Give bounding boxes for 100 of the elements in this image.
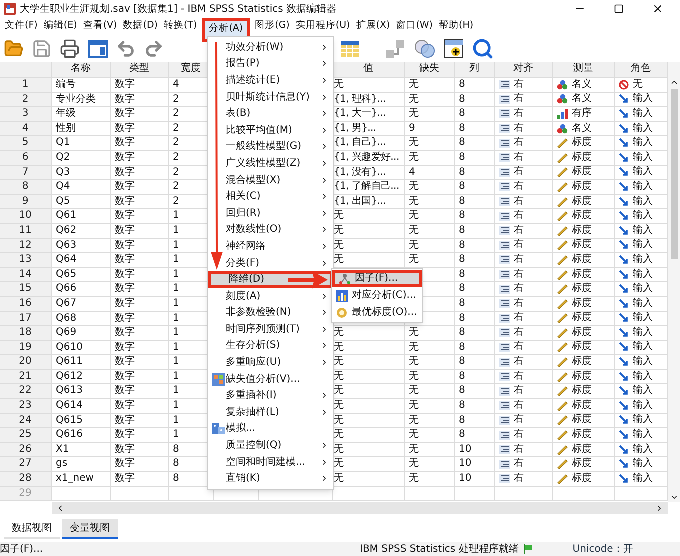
undo-icon[interactable] [116,38,136,58]
table-cell: 8 [455,209,495,224]
table-cell: 数字 [111,136,169,151]
spreadsheet-icon[interactable] [340,38,360,58]
table-cell: 右 [514,224,524,238]
row-number[interactable]: 7 [0,166,52,180]
menu-item[interactable]: 图形(G) [252,18,293,35]
ruler-icon [557,152,568,163]
plus-square-icon[interactable] [444,38,464,58]
table-cell: 数字 [111,457,169,472]
align-right-icon [499,314,510,323]
column-header[interactable]: 类型 [111,62,169,78]
circles-icon[interactable] [414,38,436,58]
row-number[interactable]: 13 [0,253,52,268]
table-cell: 数字 [111,166,169,180]
row-number[interactable]: 8 [0,180,52,195]
vertical-scrollbar[interactable] [668,62,680,502]
scrollbar-thumb[interactable] [670,89,678,259]
row-number[interactable]: 2 [0,92,52,108]
align-right-icon [499,372,510,382]
save-icon[interactable] [32,38,52,58]
table-cell: 数字 [111,209,169,224]
row-number[interactable]: 3 [0,107,52,122]
menu-item[interactable]: 文件(F) [2,18,41,35]
row-number[interactable]: 25 [0,428,52,443]
scroll-right-icon[interactable] [655,504,664,512]
column-header[interactable]: 列 [455,62,495,78]
view-tab[interactable]: 变量视图 [62,519,118,539]
column-header[interactable]: 角色 [615,62,668,78]
column-header[interactable]: 值 [333,62,405,78]
row-number[interactable]: 23 [0,399,52,414]
row-number[interactable]: 20 [0,355,52,370]
row-number[interactable]: 5 [0,136,52,151]
menu-item[interactable]: 数据(D) [120,18,161,35]
menu-item[interactable]: 扩展(X) [353,18,394,35]
arrow-icon [619,357,629,368]
row-number[interactable]: 24 [0,414,52,428]
column-header[interactable]: 缺失 [405,62,455,78]
menu-item[interactable]: 帮助(H) [436,18,477,35]
scroll-down-icon[interactable] [670,493,678,502]
row-number[interactable]: 26 [0,442,52,458]
table-cell: 数字 [111,340,169,356]
scroll-left-icon[interactable] [56,504,65,512]
table-cell: 右 [514,209,524,223]
row-number[interactable]: 11 [0,224,52,239]
menu-item[interactable]: 编辑(E) [40,18,80,35]
table-cell: 无 [405,209,455,224]
arrow-icon [619,240,629,250]
table-cell: 数字 [111,428,169,443]
row-number[interactable]: 10 [0,209,52,224]
table-cell: 标度 [572,399,592,413]
table-cell: Q4 [52,180,111,195]
table-cell: 8 [455,150,495,166]
row-number[interactable]: 6 [0,150,52,166]
menu-item[interactable]: 实用程序(U) [292,18,354,35]
table-cell: 标度 [572,268,592,282]
row-number[interactable]: 19 [0,340,52,356]
column-header[interactable]: 名称 [52,62,111,78]
row-number[interactable]: 27 [0,457,52,472]
row-number[interactable]: 17 [0,312,52,326]
menu-item[interactable]: 查看(V) [80,18,120,35]
folder-icon[interactable] [4,38,24,58]
row-number[interactable]: 16 [0,296,52,312]
align-right-icon [499,212,510,221]
menu-option[interactable]: 最优标度(O)... [332,304,422,321]
row-number[interactable]: 28 [0,472,52,487]
menu-item[interactable]: 转换(T) [160,18,200,35]
table-cell: 输入 [633,238,653,252]
row-number[interactable]: 14 [0,268,52,282]
row-number[interactable]: 4 [0,122,52,136]
search-icon[interactable] [472,38,494,60]
table-cell: 输入 [633,312,653,326]
menu-option[interactable]: 功效分析(W) [208,39,333,56]
ruler-icon [557,182,568,192]
menu-option[interactable]: 对应分析(C)... [332,287,422,304]
row-number[interactable]: 21 [0,370,52,384]
table-cell: 标度 [572,442,592,456]
column-header[interactable]: 测量 [553,62,615,78]
align-right-icon [499,80,510,90]
printer-icon[interactable] [60,38,80,58]
row-number[interactable]: 15 [0,282,52,297]
column-header[interactable]: 对齐 [495,62,553,78]
row-number[interactable]: 22 [0,384,52,400]
align-right-icon [499,342,510,352]
row-number[interactable]: 18 [0,326,52,341]
table-cell: Q69 [52,326,111,341]
maximize-icon[interactable] [614,4,624,14]
scroll-up-icon[interactable] [670,78,678,87]
menu-item[interactable]: 窗口(W) [393,18,436,35]
row-number[interactable]: 1 [0,78,52,93]
table-cell: 标度 [572,150,592,165]
close-icon[interactable] [652,3,664,15]
row-number[interactable]: 9 [0,194,52,210]
horizontal-scrollbar[interactable] [52,502,668,514]
redo-icon[interactable] [144,38,164,58]
table-cell: 无 [405,472,455,487]
table-cell: 右 [514,326,524,340]
table-icon[interactable] [88,38,108,58]
row-number[interactable]: 12 [0,238,52,254]
menu-option[interactable]: 因子(F)... [332,270,422,287]
